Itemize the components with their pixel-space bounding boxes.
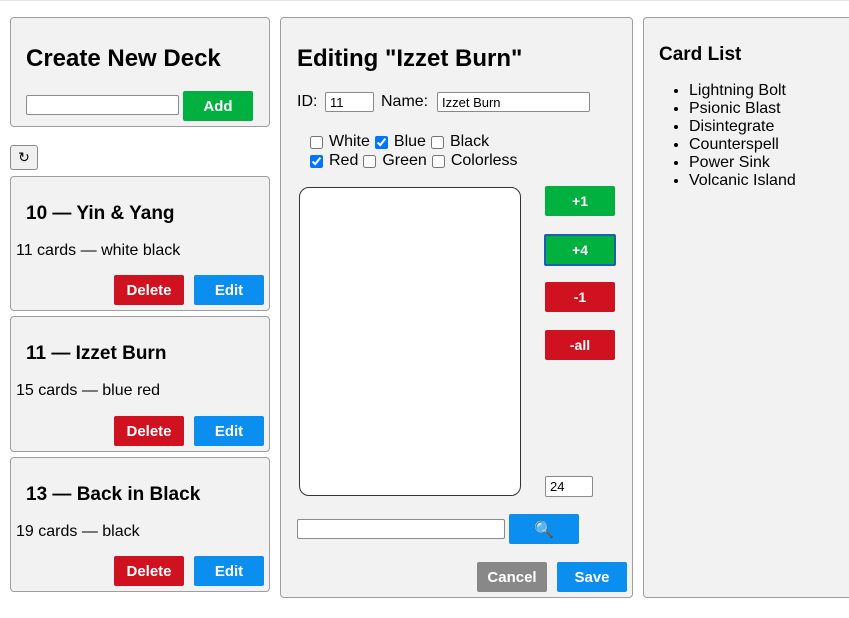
deck-editor-panel: Editing "Izzet Burn" ID: Name: White Blu… [280, 17, 633, 598]
cancel-button[interactable]: Cancel [477, 562, 547, 592]
card-list-item: Psionic Blast [689, 100, 796, 118]
save-button[interactable]: Save [557, 562, 627, 592]
color-option-black[interactable]: Black [430, 133, 490, 151]
card-list-panel: Card List Lightning Bolt Psionic Blast D… [643, 17, 849, 598]
black-checkbox[interactable] [430, 135, 444, 149]
color-label: White [329, 133, 370, 150]
white-checkbox[interactable] [310, 135, 323, 149]
delete-deck-button[interactable]: Delete [114, 556, 184, 586]
add-four-button[interactable]: +4 [544, 234, 616, 266]
color-option-green[interactable]: Green [363, 152, 427, 170]
green-checkbox[interactable] [363, 154, 377, 168]
create-deck-title: Create New Deck [26, 45, 221, 72]
deck-info: 15 cards — blue red [16, 382, 161, 399]
card-search-input[interactable] [297, 519, 505, 539]
deck-card: 10 — Yin & Yang 11 cards — white black D… [10, 176, 270, 311]
edit-deck-button[interactable]: Edit [194, 275, 264, 305]
card-list-item: Lightning Bolt [689, 82, 796, 100]
deck-name-input[interactable] [437, 92, 590, 112]
color-option-red[interactable]: Red [310, 152, 358, 170]
color-row-2: Red Green Colorless [310, 152, 523, 170]
delete-deck-button[interactable]: Delete [114, 275, 184, 305]
add-deck-button[interactable]: Add [183, 91, 253, 121]
top-divider [0, 0, 849, 1]
color-label: Red [329, 152, 359, 169]
deck-info: 11 cards — white black [16, 242, 181, 259]
card-search-button[interactable]: 🔍 [509, 514, 579, 544]
edit-deck-button[interactable]: Edit [194, 416, 264, 446]
refresh-button[interactable]: ↻ [10, 145, 38, 170]
color-option-colorless[interactable]: Colorless [431, 152, 518, 170]
card-list-item: Power Sink [689, 154, 796, 172]
card-list-item: Disintegrate [689, 118, 796, 136]
card-list-item: Volcanic Island [689, 172, 796, 190]
deck-info: 19 cards — black [16, 523, 140, 540]
card-list-item: Counterspell [689, 136, 796, 154]
name-label: Name: [381, 93, 429, 110]
card-list: Lightning Bolt Psionic Blast Disintegrat… [670, 82, 796, 190]
colorless-checkbox[interactable] [431, 154, 445, 168]
red-checkbox[interactable] [310, 154, 323, 168]
deck-title: 10 — Yin & Yang [26, 203, 175, 224]
id-label: ID: [297, 93, 318, 110]
deck-title: 13 — Back in Black [26, 484, 201, 505]
create-deck-panel: Create New Deck Add [10, 17, 270, 127]
remove-all-button[interactable]: -all [545, 330, 615, 360]
new-deck-name-input[interactable] [26, 95, 179, 115]
edit-deck-button[interactable]: Edit [194, 556, 264, 586]
editor-title: Editing "Izzet Burn" [297, 45, 523, 72]
refresh-icon: ↻ [18, 149, 30, 166]
color-label: Green [382, 152, 427, 169]
deck-card: 11 — Izzet Burn 15 cards — blue red Dele… [10, 316, 270, 452]
deck-title: 11 — Izzet Burn [26, 343, 167, 364]
add-one-button[interactable]: +1 [545, 186, 615, 216]
color-label: Colorless [450, 152, 518, 169]
card-preview [299, 187, 521, 496]
blue-checkbox[interactable] [374, 135, 388, 149]
delete-deck-button[interactable]: Delete [114, 416, 184, 446]
color-option-blue[interactable]: Blue [374, 133, 426, 151]
deck-card: 13 — Back in Black 19 cards — black Dele… [10, 457, 270, 592]
color-label: Black [449, 133, 490, 150]
remove-one-button[interactable]: -1 [545, 282, 615, 312]
deck-id-input[interactable] [325, 92, 374, 112]
card-list-title: Card List [659, 44, 742, 65]
color-label: Blue [393, 133, 426, 150]
color-option-white[interactable]: White [310, 133, 370, 151]
magnifier-icon: 🔍 [534, 519, 554, 539]
color-row-1: White Blue Black [310, 133, 494, 151]
card-count-input[interactable] [545, 476, 593, 497]
